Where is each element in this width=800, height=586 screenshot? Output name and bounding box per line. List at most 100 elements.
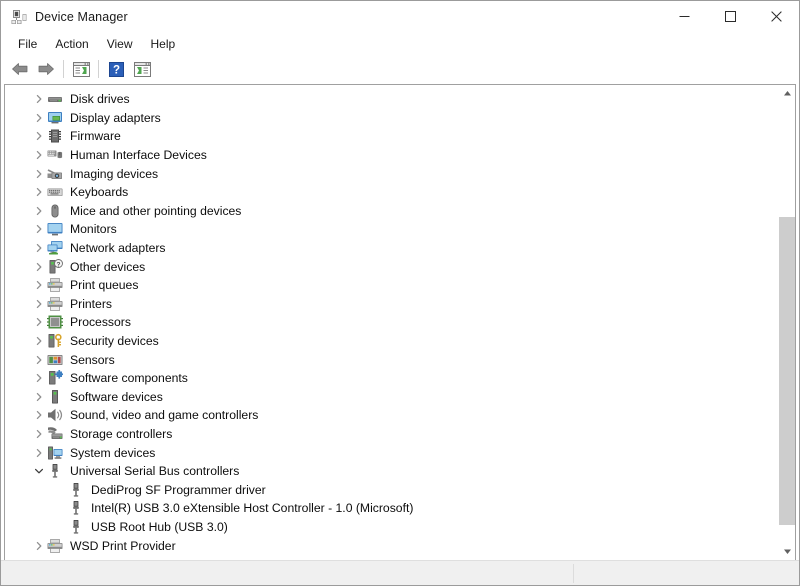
chevron-right-icon[interactable]: [31, 184, 47, 200]
tree-item[interactable]: Software components: [5, 369, 778, 388]
chevron-right-icon[interactable]: [31, 221, 47, 237]
chevron-right-icon[interactable]: [31, 259, 47, 275]
tree-item[interactable]: Storage controllers: [5, 425, 778, 444]
chevron-right-icon[interactable]: [31, 166, 47, 182]
chevron-right-icon[interactable]: [31, 128, 47, 144]
chevron-right-icon[interactable]: [31, 91, 47, 107]
tree-item[interactable]: Security devices: [5, 332, 778, 351]
tree-item[interactable]: Human Interface Devices: [5, 146, 778, 165]
usb-icon: [68, 500, 84, 516]
chevron-right-icon[interactable]: [31, 538, 47, 554]
sensor-icon: [47, 352, 63, 368]
menu-action[interactable]: Action: [46, 34, 97, 54]
disk-drive-icon: [47, 91, 63, 107]
tree-item[interactable]: Software devices: [5, 388, 778, 407]
chevron-right-icon[interactable]: [31, 296, 47, 312]
usb-icon: [68, 482, 84, 498]
tree-item[interactable]: Mice and other pointing devices: [5, 202, 778, 221]
chevron-right-icon[interactable]: [31, 407, 47, 423]
device-manager-window: Device Manager File Action View Help ? D…: [0, 0, 800, 586]
chevron-right-icon[interactable]: [31, 203, 47, 219]
forward-button[interactable]: [33, 57, 59, 81]
maximize-button[interactable]: [707, 1, 753, 32]
scrollbar-thumb[interactable]: [779, 216, 795, 526]
tree-item-label: Software components: [70, 371, 188, 386]
tree-item[interactable]: Display adapters: [5, 109, 778, 128]
menu-view[interactable]: View: [98, 34, 142, 54]
tree-item[interactable]: Imaging devices: [5, 164, 778, 183]
chevron-right-icon[interactable]: [31, 333, 47, 349]
tree-item[interactable]: Sensors: [5, 350, 778, 369]
security-device-icon: [47, 333, 63, 349]
chevron-right-icon[interactable]: [31, 110, 47, 126]
svg-text:?: ?: [57, 261, 61, 268]
scroll-up-arrow-icon[interactable]: [779, 85, 795, 102]
software-device-icon: [47, 389, 63, 405]
tree-item-label: Keyboards: [70, 185, 129, 200]
tree-item-label: Display adapters: [70, 110, 161, 125]
tree-item-label: DediProg SF Programmer driver: [91, 482, 266, 497]
chevron-right-icon[interactable]: [31, 352, 47, 368]
tree-item-label: Disk drives: [70, 92, 130, 107]
tree-item-label: USB Root Hub (USB 3.0): [91, 519, 228, 534]
tree-item-label: System devices: [70, 445, 156, 460]
monitor-icon: [47, 221, 63, 237]
vertical-scrollbar[interactable]: [778, 85, 795, 560]
device-tree[interactable]: Disk drives Display adapters Firmware Hu…: [5, 85, 778, 560]
tree-item[interactable]: Universal Serial Bus controllers: [5, 462, 778, 481]
tree-item[interactable]: Intel(R) USB 3.0 eXtensible Host Control…: [5, 499, 778, 518]
scroll-down-arrow-icon[interactable]: [779, 543, 795, 560]
chevron-right-icon[interactable]: [31, 240, 47, 256]
tree-item[interactable]: Monitors: [5, 220, 778, 239]
chevron-down-icon[interactable]: [31, 463, 47, 479]
show-hide-action-pane-button[interactable]: [129, 57, 155, 81]
system-device-icon: [47, 445, 63, 461]
chevron-right-icon[interactable]: [31, 445, 47, 461]
tree-item[interactable]: Sound, video and game controllers: [5, 406, 778, 425]
imaging-device-icon: [47, 166, 63, 182]
tree-item-label: Universal Serial Bus controllers: [70, 464, 240, 479]
keyboard-icon: [47, 184, 63, 200]
tree-item[interactable]: System devices: [5, 443, 778, 462]
chevron-right-icon[interactable]: [31, 314, 47, 330]
chevron-right-icon[interactable]: [31, 147, 47, 163]
tree-item[interactable]: Printers: [5, 295, 778, 314]
chevron-right-icon[interactable]: [31, 389, 47, 405]
processor-icon: [47, 314, 63, 330]
tree-item[interactable]: ? Other devices: [5, 257, 778, 276]
tree-item-label: WSD Print Provider: [70, 538, 176, 553]
chevron-right-icon[interactable]: [31, 426, 47, 442]
storage-controller-icon: [47, 426, 63, 442]
tree-item[interactable]: Firmware: [5, 127, 778, 146]
tree-item-label: Other devices: [70, 259, 146, 274]
tree-item[interactable]: Processors: [5, 313, 778, 332]
tree-item-label: Mice and other pointing devices: [70, 203, 242, 218]
menu-file[interactable]: File: [9, 34, 46, 54]
minimize-button[interactable]: [661, 1, 707, 32]
tree-item-label: Software devices: [70, 389, 163, 404]
console-client-area: Disk drives Display adapters Firmware Hu…: [4, 84, 796, 560]
device-manager-icon: [11, 9, 27, 25]
show-hide-console-tree-button[interactable]: [68, 57, 94, 81]
mouse-icon: [47, 203, 63, 219]
tree-item[interactable]: Network adapters: [5, 239, 778, 258]
menu-bar: File Action View Help: [1, 32, 799, 56]
menu-help[interactable]: Help: [142, 34, 185, 54]
close-button[interactable]: [753, 1, 799, 32]
other-device-icon: ?: [47, 258, 63, 275]
back-button[interactable]: [7, 57, 33, 81]
tree-item[interactable]: Keyboards: [5, 183, 778, 202]
tree-item[interactable]: DediProg SF Programmer driver: [5, 480, 778, 499]
chevron-right-icon[interactable]: [31, 370, 47, 386]
tree-item[interactable]: Disk drives: [5, 90, 778, 109]
svg-text:?: ?: [112, 64, 119, 76]
help-button[interactable]: ?: [103, 57, 129, 81]
tree-item[interactable]: USB Root Hub (USB 3.0): [5, 518, 778, 537]
scrollbar-track[interactable]: [779, 102, 795, 543]
tree-item-label: Firmware: [70, 129, 121, 144]
toolbar-separator: [63, 60, 64, 78]
tree-item[interactable]: WSD Print Provider: [5, 536, 778, 555]
tree-item[interactable]: Print queues: [5, 276, 778, 295]
firmware-chip-icon: [47, 128, 63, 144]
chevron-right-icon[interactable]: [31, 277, 47, 293]
